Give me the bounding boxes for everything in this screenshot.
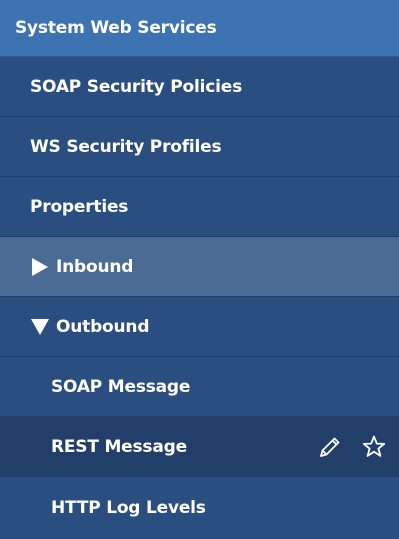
pencil-icon[interactable] — [317, 434, 343, 460]
nav-item-label: Properties — [30, 196, 129, 217]
triangle-down-icon[interactable] — [30, 317, 50, 337]
module-title: System Web Services — [15, 18, 217, 38]
nav-item-label: REST Message — [51, 436, 187, 457]
nav-item-properties[interactable]: Properties — [0, 177, 399, 237]
nav-item-soap-message[interactable]: SOAP Message — [0, 357, 399, 417]
module-header-system-web-services[interactable]: System Web Services — [0, 0, 399, 57]
nav-item-soap-security-policies[interactable]: SOAP Security Policies — [0, 57, 399, 117]
application-navigator: System Web Services SOAP Security Polici… — [0, 0, 399, 539]
triangle-right-icon[interactable] — [30, 257, 50, 277]
nav-item-ws-security-profiles[interactable]: WS Security Profiles — [0, 117, 399, 177]
nav-section-label: Outbound — [56, 316, 150, 337]
nav-section-outbound[interactable]: Outbound — [0, 297, 399, 357]
star-icon[interactable] — [361, 434, 387, 460]
nav-section-inbound[interactable]: Inbound — [0, 237, 399, 297]
nav-item-label: SOAP Security Policies — [30, 76, 243, 97]
nav-item-label: WS Security Profiles — [30, 136, 222, 157]
nav-item-http-log-levels[interactable]: HTTP Log Levels — [0, 477, 399, 539]
nav-item-label: HTTP Log Levels — [51, 498, 206, 518]
nav-section-label: Inbound — [56, 256, 134, 277]
nav-item-actions — [317, 417, 387, 476]
nav-item-label: SOAP Message — [51, 376, 191, 397]
nav-item-rest-message[interactable]: REST Message — [0, 417, 399, 477]
